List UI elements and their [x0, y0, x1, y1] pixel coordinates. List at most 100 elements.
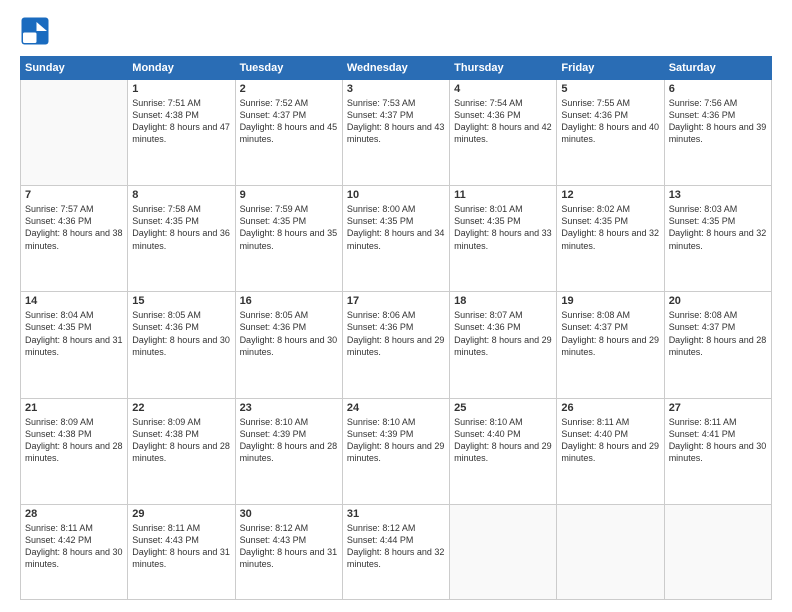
day-number: 23	[240, 402, 338, 414]
day-number: 10	[347, 189, 445, 201]
day-number: 17	[347, 295, 445, 307]
cell-info: Sunrise: 7:57 AM Sunset: 4:36 PM Dayligh…	[25, 203, 123, 252]
day-number: 14	[25, 295, 123, 307]
cell-info: Sunrise: 8:03 AM Sunset: 4:35 PM Dayligh…	[669, 203, 767, 252]
cell-info: Sunrise: 8:01 AM Sunset: 4:35 PM Dayligh…	[454, 203, 552, 252]
cell-info: Sunrise: 8:04 AM Sunset: 4:35 PM Dayligh…	[25, 309, 123, 358]
calendar-cell: 3Sunrise: 7:53 AM Sunset: 4:37 PM Daylig…	[342, 80, 449, 186]
weekday-header: Sunday	[21, 57, 128, 80]
day-number: 4	[454, 83, 552, 95]
calendar-cell: 4 Sunrise: 7:54 AM Sunset: 4:36 PM Daylig…	[450, 80, 557, 186]
day-number: 11	[454, 189, 552, 201]
calendar-cell: 26Sunrise: 8:11 AM Sunset: 4:40 PM Dayli…	[557, 398, 664, 504]
calendar-cell: 25 Sunrise: 8:10 AM Sunset: 4:40 PM Dayli…	[450, 398, 557, 504]
day-number: 2	[240, 83, 338, 95]
page: SundayMondayTuesdayWednesdayThursdayFrid…	[0, 0, 792, 612]
cell-info: Sunrise: 8:09 AM Sunset: 4:38 PM Dayligh…	[25, 416, 123, 465]
day-number: 9	[240, 189, 338, 201]
weekday-header: Tuesday	[235, 57, 342, 80]
cell-info: Sunrise: 8:08 AM Sunset: 4:37 PM Dayligh…	[561, 309, 659, 358]
cell-info: Sunrise: 8:07 AM Sunset: 4:36 PM Dayligh…	[454, 309, 552, 358]
day-number: 29	[132, 508, 230, 520]
calendar-cell: 2 Sunrise: 7:52 AM Sunset: 4:37 PM Daylig…	[235, 80, 342, 186]
weekday-header: Monday	[128, 57, 235, 80]
weekday-header: Friday	[557, 57, 664, 80]
day-number: 21	[25, 402, 123, 414]
calendar-cell: 15Sunrise: 8:05 AM Sunset: 4:36 PM Dayli…	[128, 292, 235, 398]
day-number: 1	[132, 83, 230, 95]
calendar-cell: 17Sunrise: 8:06 AM Sunset: 4:36 PM Dayli…	[342, 292, 449, 398]
calendar-table: SundayMondayTuesdayWednesdayThursdayFrid…	[20, 56, 772, 600]
cell-info: Sunrise: 7:53 AM Sunset: 4:37 PM Dayligh…	[347, 97, 445, 146]
weekday-header: Wednesday	[342, 57, 449, 80]
calendar-cell: 21 Sunrise: 8:09 AM Sunset: 4:38 PM Dayli…	[21, 398, 128, 504]
calendar-cell: 6 Sunrise: 7:56 AM Sunset: 4:36 PM Daylig…	[664, 80, 771, 186]
calendar-cell: 11 Sunrise: 8:01 AM Sunset: 4:35 PM Dayli…	[450, 186, 557, 292]
calendar-cell: 1 Sunrise: 7:51 AM Sunset: 4:38 PM Daylig…	[128, 80, 235, 186]
calendar-cell: 9 Sunrise: 7:59 AM Sunset: 4:35 PM Daylig…	[235, 186, 342, 292]
calendar-week-row: 21 Sunrise: 8:09 AM Sunset: 4:38 PM Dayli…	[21, 398, 772, 504]
cell-info: Sunrise: 8:05 AM Sunset: 4:36 PM Dayligh…	[132, 309, 230, 358]
day-number: 16	[240, 295, 338, 307]
cell-info: Sunrise: 8:11 AM Sunset: 4:43 PM Dayligh…	[132, 522, 230, 571]
cell-info: Sunrise: 8:11 AM Sunset: 4:42 PM Dayligh…	[25, 522, 123, 571]
day-number: 31	[347, 508, 445, 520]
calendar-cell: 12 Sunrise: 8:02 AM Sunset: 4:35 PM Dayli…	[557, 186, 664, 292]
calendar-cell: 31 Sunrise: 8:12 AM Sunset: 4:44 PM Dayli…	[342, 504, 449, 599]
calendar-cell: 18Sunrise: 8:07 AM Sunset: 4:36 PM Dayli…	[450, 292, 557, 398]
cell-info: Sunrise: 7:58 AM Sunset: 4:35 PM Dayligh…	[132, 203, 230, 252]
logo-icon	[20, 16, 50, 46]
logo	[20, 16, 54, 46]
day-number: 24	[347, 402, 445, 414]
calendar-cell: 14 Sunrise: 8:04 AM Sunset: 4:35 PM Dayli…	[21, 292, 128, 398]
calendar-cell: 27 Sunrise: 8:11 AM Sunset: 4:41 PM Dayli…	[664, 398, 771, 504]
calendar-cell	[664, 504, 771, 599]
cell-info: Sunrise: 7:59 AM Sunset: 4:35 PM Dayligh…	[240, 203, 338, 252]
cell-info: Sunrise: 8:10 AM Sunset: 4:39 PM Dayligh…	[347, 416, 445, 465]
cell-info: Sunrise: 8:10 AM Sunset: 4:39 PM Dayligh…	[240, 416, 338, 465]
cell-info: Sunrise: 8:11 AM Sunset: 4:40 PM Dayligh…	[561, 416, 659, 465]
calendar-cell: 7 Sunrise: 7:57 AM Sunset: 4:36 PM Daylig…	[21, 186, 128, 292]
cell-info: Sunrise: 8:12 AM Sunset: 4:43 PM Dayligh…	[240, 522, 338, 571]
calendar-cell: 24 Sunrise: 8:10 AM Sunset: 4:39 PM Dayli…	[342, 398, 449, 504]
calendar-cell: 19Sunrise: 8:08 AM Sunset: 4:37 PM Dayli…	[557, 292, 664, 398]
cell-info: Sunrise: 8:08 AM Sunset: 4:37 PM Dayligh…	[669, 309, 767, 358]
weekday-header: Thursday	[450, 57, 557, 80]
calendar-cell: 23 Sunrise: 8:10 AM Sunset: 4:39 PM Dayli…	[235, 398, 342, 504]
calendar-cell: 28 Sunrise: 8:11 AM Sunset: 4:42 PM Dayli…	[21, 504, 128, 599]
calendar-cell: 29 Sunrise: 8:11 AM Sunset: 4:43 PM Dayli…	[128, 504, 235, 599]
day-number: 25	[454, 402, 552, 414]
day-number: 7	[25, 189, 123, 201]
cell-info: Sunrise: 8:09 AM Sunset: 4:38 PM Dayligh…	[132, 416, 230, 465]
day-number: 22	[132, 402, 230, 414]
calendar-week-row: 7 Sunrise: 7:57 AM Sunset: 4:36 PM Daylig…	[21, 186, 772, 292]
day-number: 12	[561, 189, 659, 201]
day-number: 13	[669, 189, 767, 201]
cell-info: Sunrise: 7:56 AM Sunset: 4:36 PM Dayligh…	[669, 97, 767, 146]
calendar-week-row: 14 Sunrise: 8:04 AM Sunset: 4:35 PM Dayli…	[21, 292, 772, 398]
calendar-cell: 16 Sunrise: 8:05 AM Sunset: 4:36 PM Dayli…	[235, 292, 342, 398]
cell-info: Sunrise: 8:05 AM Sunset: 4:36 PM Dayligh…	[240, 309, 338, 358]
calendar-cell	[450, 504, 557, 599]
header	[20, 16, 772, 46]
day-number: 6	[669, 83, 767, 95]
day-number: 28	[25, 508, 123, 520]
cell-info: Sunrise: 7:52 AM Sunset: 4:37 PM Dayligh…	[240, 97, 338, 146]
calendar-cell: 30Sunrise: 8:12 AM Sunset: 4:43 PM Dayli…	[235, 504, 342, 599]
cell-info: Sunrise: 8:10 AM Sunset: 4:40 PM Dayligh…	[454, 416, 552, 465]
cell-info: Sunrise: 8:12 AM Sunset: 4:44 PM Dayligh…	[347, 522, 445, 571]
calendar-cell	[21, 80, 128, 186]
cell-info: Sunrise: 8:11 AM Sunset: 4:41 PM Dayligh…	[669, 416, 767, 465]
calendar-week-row: 28 Sunrise: 8:11 AM Sunset: 4:42 PM Dayli…	[21, 504, 772, 599]
calendar-cell: 22 Sunrise: 8:09 AM Sunset: 4:38 PM Dayli…	[128, 398, 235, 504]
calendar-week-row: 1 Sunrise: 7:51 AM Sunset: 4:38 PM Daylig…	[21, 80, 772, 186]
calendar-cell: 8Sunrise: 7:58 AM Sunset: 4:35 PM Daylig…	[128, 186, 235, 292]
day-number: 20	[669, 295, 767, 307]
day-number: 27	[669, 402, 767, 414]
cell-info: Sunrise: 8:02 AM Sunset: 4:35 PM Dayligh…	[561, 203, 659, 252]
calendar-cell	[557, 504, 664, 599]
cell-info: Sunrise: 7:55 AM Sunset: 4:36 PM Dayligh…	[561, 97, 659, 146]
calendar-cell: 13 Sunrise: 8:03 AM Sunset: 4:35 PM Dayli…	[664, 186, 771, 292]
cell-info: Sunrise: 7:54 AM Sunset: 4:36 PM Dayligh…	[454, 97, 552, 146]
cell-info: Sunrise: 7:51 AM Sunset: 4:38 PM Dayligh…	[132, 97, 230, 146]
